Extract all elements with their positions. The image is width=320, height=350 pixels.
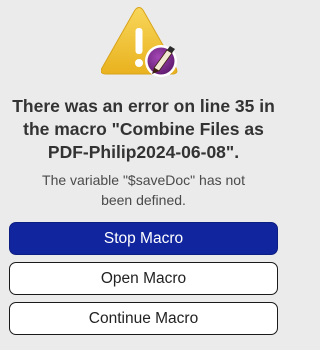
error-title: There was an error on line 35 in the mac…	[10, 95, 277, 164]
error-message-line: been defined.	[101, 192, 186, 208]
error-message-line: The variable "$saveDoc" has not	[42, 172, 245, 188]
error-title-line: the macro "Combine Files as	[23, 119, 264, 139]
error-title-line: PDF-Philip2024-06-08".	[47, 142, 240, 162]
error-dialog: There was an error on line 35 in the mac…	[0, 0, 287, 350]
error-title-line: There was an error on line 35 in	[12, 96, 275, 116]
stop-macro-button[interactable]: Stop Macro	[9, 222, 278, 255]
continue-macro-button[interactable]: Continue Macro	[9, 302, 278, 335]
open-macro-button[interactable]: Open Macro	[9, 262, 278, 295]
stop-macro-button-label: Stop Macro	[103, 229, 184, 247]
warning-icon	[100, 6, 185, 86]
continue-macro-button-label: Continue Macro	[88, 309, 199, 327]
open-macro-button-label: Open Macro	[100, 269, 187, 287]
error-message: The variable "$saveDoc" has not been def…	[10, 170, 277, 210]
